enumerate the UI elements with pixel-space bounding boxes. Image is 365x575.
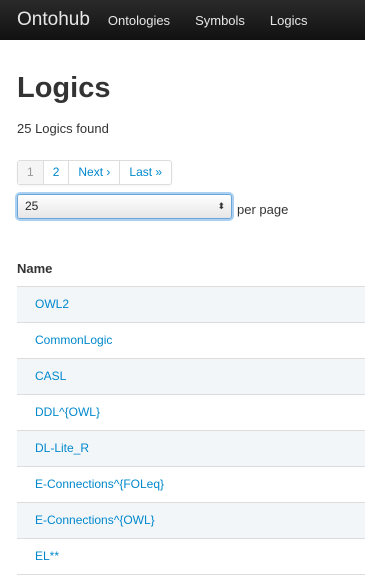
table-row: CASL: [17, 358, 365, 395]
per-page-control: 25 ⬍ per page: [17, 194, 288, 219]
next-page-link[interactable]: Next ›: [68, 161, 119, 184]
table-row: E-Connections^{FOLeq}: [17, 467, 365, 503]
table-row: CommonLogic: [17, 323, 365, 359]
nav-link-logics[interactable]: Logics: [270, 13, 308, 28]
nav-link-ontologies[interactable]: Ontologies: [108, 13, 170, 28]
select-arrows-icon: ⬍: [217, 201, 225, 211]
per-page-label: per page: [237, 202, 289, 217]
column-header-name: Name: [17, 251, 365, 287]
table-row: OWL2: [17, 286, 365, 323]
nav-link-symbols[interactable]: Symbols: [195, 13, 245, 28]
logic-link-dl-lite-r[interactable]: DL-Lite_R: [18, 432, 364, 465]
table-row: E-Connections^{OWL}: [17, 502, 365, 539]
logics-table: Name OWL2 CommonLogic CASL DDL^{OWL} DL-…: [17, 251, 365, 575]
logic-link-el-star-star[interactable]: EL**: [18, 540, 364, 573]
table-row: DDL^{OWL}: [17, 395, 365, 431]
table-row: DL-Lite_R: [17, 430, 365, 467]
logic-link-commonlogic[interactable]: CommonLogic: [18, 324, 364, 357]
logic-link-casl[interactable]: CASL: [18, 360, 364, 393]
page-2-link[interactable]: 2: [42, 161, 69, 184]
page-title: Logics: [17, 72, 111, 104]
per-page-select[interactable]: 25 ⬍: [17, 194, 232, 219]
logic-link-e-connections-owl[interactable]: E-Connections^{OWL}: [18, 504, 364, 537]
logic-link-owl2[interactable]: OWL2: [18, 288, 364, 321]
logic-link-ddl-owl[interactable]: DDL^{OWL}: [18, 396, 364, 429]
page-1-link[interactable]: 1: [18, 161, 43, 184]
top-navbar: Ontohub Ontologies Symbols Logics: [0, 0, 365, 40]
last-page-link[interactable]: Last »: [119, 161, 171, 184]
per-page-value: 25: [25, 199, 39, 213]
brand-link[interactable]: Ontohub: [17, 9, 90, 31]
table-row: EL**: [17, 539, 365, 575]
logic-link-e-connections-foleq[interactable]: E-Connections^{FOLeq}: [18, 468, 364, 501]
pagination: 1 2 Next › Last »: [17, 160, 173, 185]
result-count: 25 Logics found: [17, 121, 109, 136]
